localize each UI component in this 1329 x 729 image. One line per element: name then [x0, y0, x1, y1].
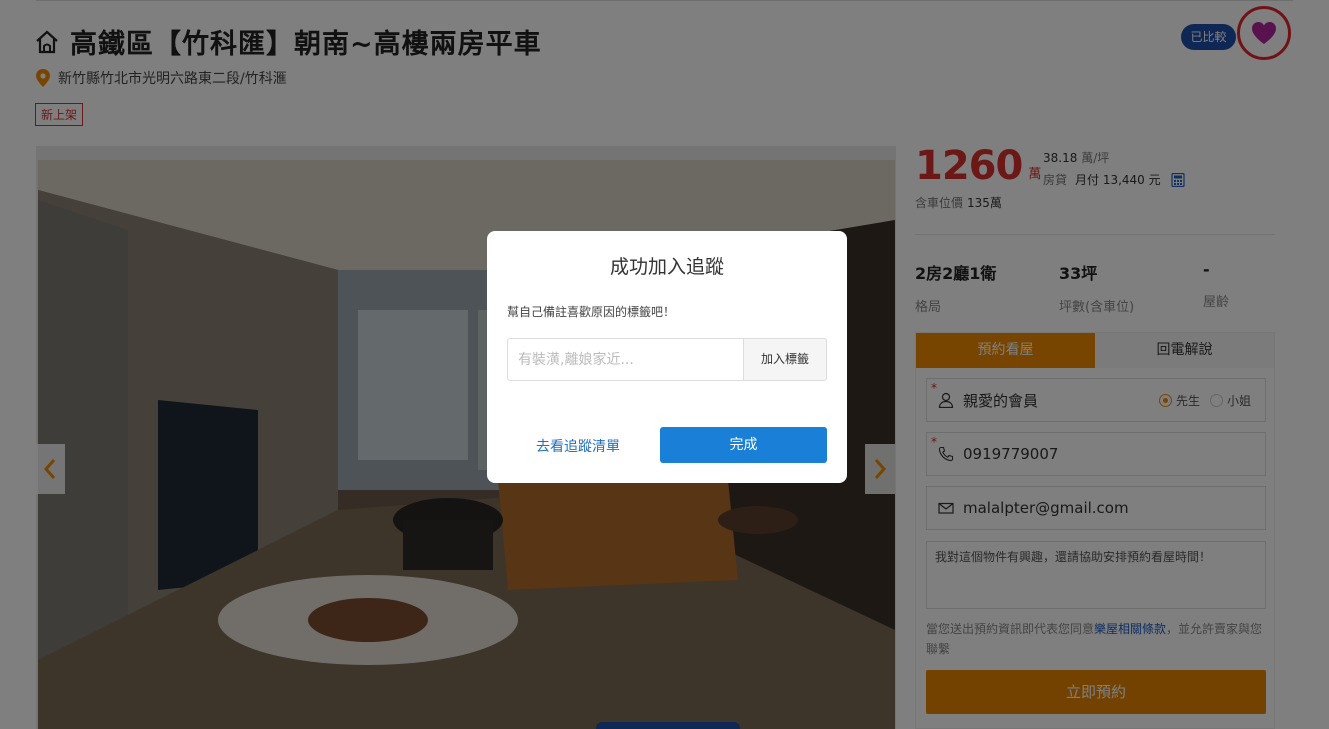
view-follow-list-link[interactable]: 去看追蹤清單 [536, 436, 620, 456]
add-tag-button[interactable]: 加入標籤 [743, 338, 827, 381]
dialog-description: 幫自己備註喜歡原因的標籤吧！ [507, 305, 676, 319]
dialog-title: 成功加入追蹤 [609, 256, 724, 278]
listing-page: 高鐵區【竹科匯】朝南~高樓兩房平車 新竹縣竹北市光明六路東二段/竹科滙 新上架 … [0, 0, 1329, 729]
tag-input[interactable] [507, 338, 744, 381]
follow-success-dialog: 成功加入追蹤 幫自己備註喜歡原因的標籤吧！ 加入標籤 去看追蹤清單 完成 [487, 231, 847, 483]
done-button[interactable]: 完成 [660, 427, 827, 463]
